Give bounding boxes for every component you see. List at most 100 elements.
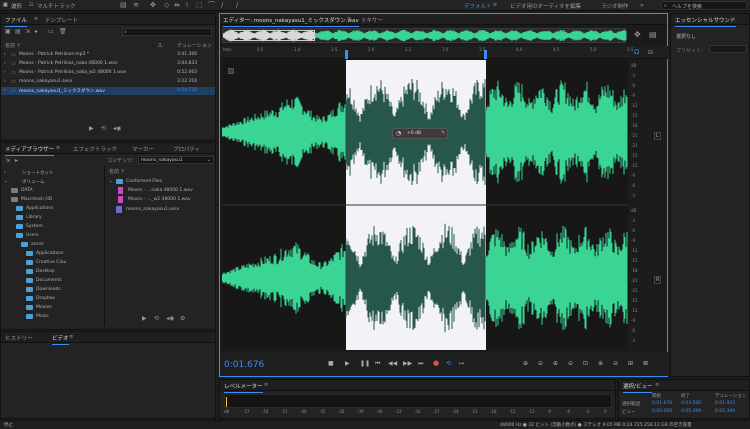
tab-media-browser[interactable]: メディアブラウザー [5, 145, 55, 156]
selection-start-value[interactable]: 0:01.676 [652, 401, 672, 406]
more-icon[interactable]: » [640, 2, 644, 9]
tree-folder[interactable]: Macintosh HD [11, 196, 101, 205]
skip-button[interactable]: ↦ [459, 360, 464, 367]
col-duration[interactable]: デュレーション [177, 42, 212, 49]
folder-conformed[interactable]: ⌄ Conformed Files [109, 178, 214, 187]
multitrack-icon[interactable]: ☷ [29, 2, 33, 9]
tree-folder[interactable]: Music [26, 313, 101, 322]
file-row[interactable]: › ▭ moons_nakayasu1_ミックスダウン.wav 0:24.725 [1, 87, 215, 95]
go-to-start-button[interactable]: ⏮ [375, 360, 380, 368]
tab-mixer[interactable]: ミキサー [361, 16, 383, 24]
preset-dropdown[interactable] [709, 45, 747, 53]
files-search-input[interactable]: ⌕ [122, 28, 212, 36]
lasso-tool-icon[interactable]: ⌒ [208, 2, 215, 9]
file-row[interactable]: › ▭ Moons - Patrick Petrikios_naka 48000 1… [1, 60, 215, 68]
file-item[interactable]: Moons - ...naka 48000 1.wav [118, 187, 213, 196]
tab-files[interactable]: ファイル [5, 16, 28, 27]
zoom-out-time-icon[interactable]: ⊖ [568, 360, 573, 367]
loop-icon[interactable]: ⟲ [154, 315, 159, 322]
file-item[interactable]: moons_nakayasu1.sesx [116, 206, 213, 215]
selection-end-value[interactable]: 0:05.399 [681, 409, 701, 414]
overview-view-box[interactable] [229, 30, 315, 41]
slip-tool-icon[interactable]: ⇹ [174, 2, 180, 9]
selection-end-handle[interactable] [484, 50, 487, 59]
tab-waveform[interactable]: 波形 [11, 2, 22, 10]
loop-icon[interactable]: ⟲ [101, 125, 106, 132]
go-to-end-button[interactable]: ⏭ [418, 360, 423, 368]
channel-l-toggle[interactable]: L [654, 132, 661, 140]
delete-icon[interactable]: 🗑 [59, 28, 67, 35]
import-icon[interactable]: ⇲ [25, 28, 30, 35]
tree-folder[interactable]: System [16, 223, 101, 232]
zoom-hud-icon[interactable]: ✥ [634, 31, 641, 39]
tab-properties[interactable]: プロパティ [173, 145, 200, 153]
file-row[interactable]: › ▭ Moons - Patrick Petrikios.mp3 * 3:41.36… [1, 51, 215, 59]
waveform-overview[interactable] [222, 28, 627, 43]
tab-templates[interactable]: テンプレート [45, 16, 78, 24]
new-file-icon[interactable]: ▣ [5, 28, 11, 35]
zoom-out-amplitude-icon[interactable]: ⊖ [538, 360, 543, 367]
toolbar-icon-spectral[interactable]: ▤ [120, 2, 127, 9]
time-display[interactable]: 0:01.676 [224, 360, 264, 370]
tree-folder[interactable]: Documents [26, 277, 101, 286]
selection-dur-value[interactable]: 0:01.923 [715, 401, 735, 406]
help-search-input[interactable]: ⌕ ヘルプを検索 [661, 1, 747, 10]
forward-button[interactable]: ▶▶ [403, 360, 412, 367]
tree-folder[interactable]: Downloads [26, 286, 101, 295]
spot-healing-icon[interactable]: ∕ [236, 2, 238, 9]
content-dropdown[interactable]: moons_nakayasu1 ⌄ [138, 156, 214, 164]
workspace-default[interactable]: デフォルト [464, 2, 492, 10]
autoplay-icon[interactable]: ◂◉ [166, 315, 174, 322]
panel-menu-icon[interactable]: ≡ [56, 145, 60, 152]
col-name[interactable]: 名前 ↑ [109, 168, 125, 175]
zoom-selection-icon[interactable]: ⊞ [628, 360, 633, 367]
insert-icon[interactable]: ▸ [35, 28, 38, 35]
tree-folder[interactable]: DATA [11, 187, 101, 196]
tab-editor[interactable]: エディター: moons_nakayasu1_ミックスダウン.wav [223, 16, 359, 27]
waveform-area[interactable]: ◔ +0 dB ✎ [222, 60, 628, 350]
panel-menu-icon[interactable]: ≡ [34, 16, 38, 23]
channel-r-toggle[interactable]: R [654, 276, 662, 284]
close-file-icon[interactable]: ▭ [48, 28, 54, 35]
tree-folder[interactable]: ancer [21, 241, 101, 250]
panel-menu-icon[interactable]: ≡ [655, 382, 659, 389]
volume-knob-icon[interactable]: ◔ [396, 130, 401, 137]
move-tool-icon[interactable]: ✥ [150, 2, 156, 9]
stop-button[interactable]: ■ [328, 360, 334, 367]
zoom-in-time-icon[interactable]: ⊕ [553, 360, 558, 367]
file-row[interactable]: › ▭ moons_nakayasu1.sesx 3:22.316 [1, 78, 215, 86]
col-name[interactable]: 名前 ↑ [5, 42, 21, 49]
import-icon[interactable]: ⇲ [5, 157, 10, 164]
waveform-view-icon[interactable]: ▦ [3, 2, 8, 9]
file-item[interactable]: Moons - ..._w2 48000 1.wav [118, 196, 213, 205]
rewind-button[interactable]: ◀◀ [388, 360, 397, 367]
workspace-menu-icon[interactable]: ≡ [493, 2, 497, 9]
tree-folder[interactable]: Applications [16, 205, 101, 214]
tab-video[interactable]: ビデオ [52, 334, 69, 345]
razor-tool-icon[interactable]: ◇ [164, 2, 169, 9]
settings-icon[interactable]: ⚙ [180, 315, 185, 322]
panel-menu-icon[interactable]: ≡ [69, 334, 73, 341]
panel-menu-icon[interactable]: ≡ [347, 16, 351, 23]
record-button[interactable]: ● [433, 359, 439, 367]
tree-folder[interactable]: Dropbox [26, 295, 101, 304]
workspace-radio[interactable]: ラジオ制作 [601, 2, 628, 10]
marquee-tool-icon[interactable]: ⬚ [196, 2, 203, 9]
time-ruler[interactable]: hms 0.5 1.0 1.5 2.0 2.5 3.0 3.5 4.0 4.5 5.0 5.5 Ω ⊟ [220, 46, 669, 59]
selection-start-value[interactable]: 0:00.000 [652, 409, 672, 414]
tab-multitrack[interactable]: マルチトラック [37, 2, 76, 10]
play-icon[interactable]: ▶ [142, 315, 147, 322]
col-status[interactable]: ス. [157, 42, 164, 49]
tree-folder[interactable]: Creative Clou [26, 259, 101, 268]
zoom-in-amplitude-icon[interactable]: ⊕ [523, 360, 528, 367]
tab-effects-rack[interactable]: エフェクトラック [73, 145, 117, 153]
tab-markers[interactable]: マーカー [132, 145, 154, 153]
selection-end-value[interactable]: 0:03.590 [681, 401, 701, 406]
open-file-icon[interactable]: ▤ [15, 28, 21, 35]
brush-tool-icon[interactable]: ∕ [221, 2, 223, 9]
play-button[interactable]: ▶ [345, 360, 350, 367]
panel-menu-icon[interactable]: ≡ [264, 382, 268, 389]
toolbar-icon-pitch[interactable]: ≋ [133, 2, 139, 9]
tab-essential-sound[interactable]: エッセンシャルサウンド [675, 16, 736, 27]
play-icon[interactable]: ▸ [15, 157, 18, 164]
